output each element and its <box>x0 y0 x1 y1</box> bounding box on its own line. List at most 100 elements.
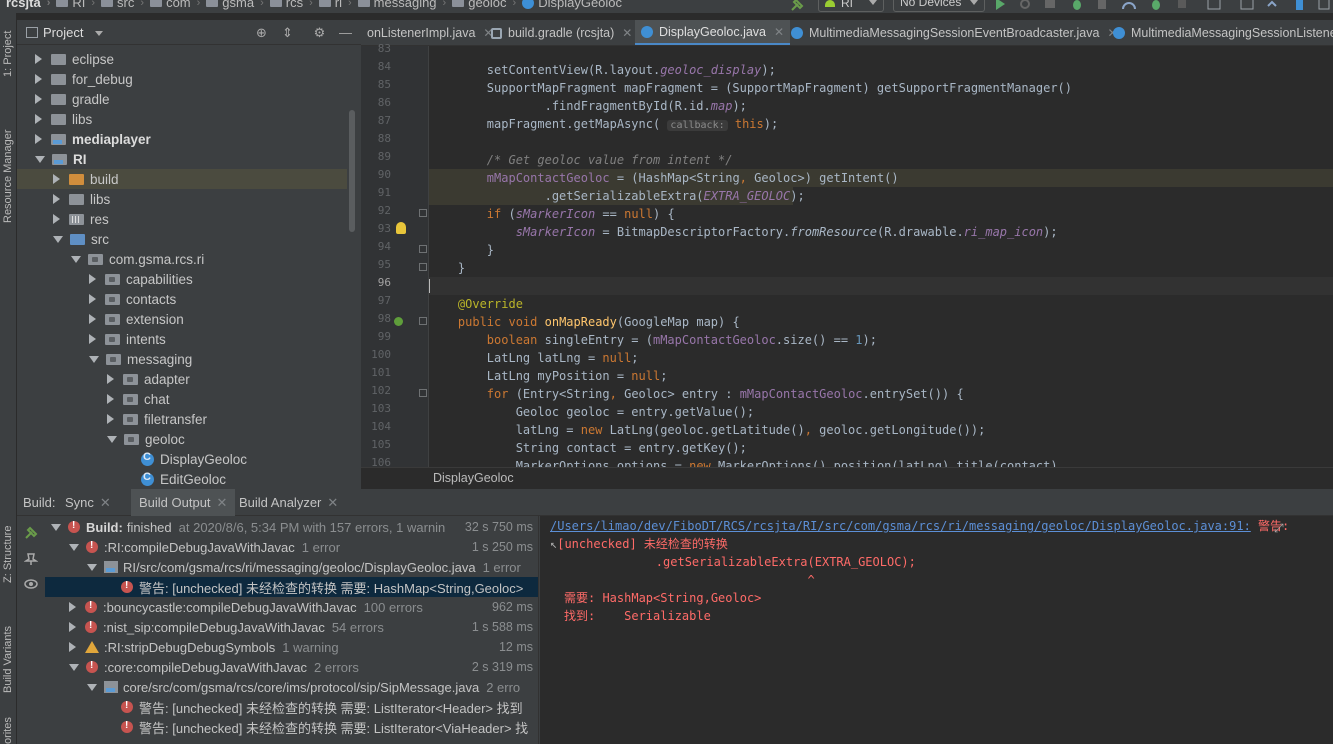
chevron-right-icon[interactable] <box>35 94 42 104</box>
tree-item[interactable]: filetransfer <box>17 409 347 429</box>
tree-item[interactable]: build <box>17 169 347 189</box>
editor-tab[interactable]: DisplayGeoloc.java ✕ <box>635 20 791 45</box>
chevron-right-icon[interactable] <box>107 374 114 384</box>
build-tab[interactable]: Build Analyzer ✕ <box>239 489 338 516</box>
lightbulb-icon[interactable] <box>396 222 406 234</box>
hide-panel-icon[interactable]: — <box>339 26 352 39</box>
close-icon[interactable]: ✕ <box>100 495 111 510</box>
run-icon[interactable] <box>994 0 1006 10</box>
editor-tab[interactable]: MultimediaMessagingSessionEventBroadcast… <box>785 20 1124 45</box>
editor-tab[interactable]: MultimediaMessagingSessionListener <box>1107 20 1333 45</box>
attach-debugger-icon[interactable] <box>1096 0 1108 10</box>
build-tree-row[interactable]: core/src/com/gsma/rcs/core/ims/protocol/… <box>45 677 538 697</box>
tree-item[interactable]: geoloc <box>17 429 347 449</box>
fold-marker-icon[interactable] <box>419 389 427 397</box>
chevron-right-icon[interactable] <box>89 294 96 304</box>
fold-marker-icon[interactable] <box>419 317 427 325</box>
chevron-down-icon[interactable] <box>71 255 81 263</box>
chevron-down-icon[interactable] <box>107 435 117 443</box>
chevron-right-icon[interactable] <box>89 274 96 284</box>
tree-item[interactable]: libs <box>17 109 347 129</box>
gear-icon[interactable]: ⚙ <box>313 26 326 39</box>
build-tree-row[interactable]: :RI:compileDebugJavaWithJavac 1 error 1 s … <box>45 537 538 557</box>
chevron-right-icon[interactable] <box>53 194 60 204</box>
collapse-all-icon[interactable]: ⇕ <box>281 26 294 39</box>
code-editor[interactable]: setContentView(R.layout.geoloc_display);… <box>429 46 1333 467</box>
device-manager-icon[interactable] <box>1293 0 1305 10</box>
profiler-icon[interactable] <box>1122 0 1136 10</box>
tree-item[interactable]: chat <box>17 389 347 409</box>
chevron-down-icon[interactable] <box>89 355 99 363</box>
breadcrumb-item[interactable]: src › <box>95 0 144 10</box>
chevron-down-icon[interactable] <box>69 543 79 551</box>
breadcrumb-item[interactable]: ri › <box>313 0 352 10</box>
tree-item[interactable]: com.gsma.rcs.ri <box>17 249 347 269</box>
tree-item[interactable]: res <box>17 209 347 229</box>
build-tab[interactable]: Sync ✕ <box>65 489 111 516</box>
tree-item[interactable]: contacts <box>17 289 347 309</box>
chevron-down-icon[interactable] <box>69 663 79 671</box>
hammer-icon[interactable] <box>24 526 38 539</box>
project-structure-icon[interactable] <box>1207 0 1221 10</box>
chevron-right-icon[interactable] <box>35 54 42 64</box>
sdk-manager-icon[interactable] <box>1240 0 1254 10</box>
chevron-right-icon[interactable] <box>69 602 76 612</box>
chevron-down-icon[interactable] <box>87 683 97 691</box>
build-tree-row[interactable]: :RI:stripDebugDebugSymbols 1 warning 12 ms <box>45 637 538 657</box>
chevron-down-icon[interactable] <box>95 31 103 36</box>
tree-item[interactable]: DisplayGeoloc <box>17 449 347 469</box>
build-output-console[interactable]: /Users/limao/dev/FiboDT/RCS/rcsjta/RI/sr… <box>540 516 1333 744</box>
breadcrumb-item[interactable]: geoloc › <box>446 0 516 10</box>
chevron-down-icon[interactable] <box>35 155 45 163</box>
build-tab[interactable]: Build Output ✕ <box>131 489 236 516</box>
sync-gradle-icon[interactable] <box>1266 0 1278 10</box>
close-icon[interactable]: ✕ <box>217 495 228 510</box>
tree-item[interactable]: gradle <box>17 89 347 109</box>
breadcrumb-item[interactable]: DisplayGeoloc <box>516 0 622 10</box>
chevron-down-icon[interactable] <box>53 235 63 243</box>
implements-icon[interactable] <box>394 317 403 326</box>
layout-inspector-icon[interactable] <box>1318 0 1330 10</box>
eye-icon[interactable] <box>24 578 38 590</box>
hammer-icon[interactable] <box>790 0 804 11</box>
tree-item[interactable]: intents <box>17 329 347 349</box>
tree-item[interactable]: libs <box>17 189 347 209</box>
fold-marker-icon[interactable] <box>419 209 427 217</box>
chevron-right-icon[interactable] <box>89 314 96 324</box>
attach-process-icon[interactable] <box>1150 0 1162 10</box>
close-icon[interactable]: ✕ <box>774 25 784 39</box>
breadcrumb-item[interactable]: messaging › <box>352 0 446 10</box>
debug-icon[interactable] <box>1071 0 1083 10</box>
chevron-right-icon[interactable] <box>89 334 96 344</box>
chevron-right-icon[interactable] <box>107 414 114 424</box>
run-configuration-select[interactable]: RI <box>818 0 884 12</box>
build-tree-row[interactable]: RI/src/com/gsma/rcs/ri/messaging/geoloc/… <box>45 557 538 577</box>
chevron-right-icon[interactable] <box>53 174 60 184</box>
build-tree-row[interactable]: 警告: [unchecked] 未经检查的转换 需要: ListIterator… <box>45 717 538 737</box>
chevron-right-icon[interactable] <box>53 214 60 224</box>
project-view-select[interactable]: Project <box>43 25 83 40</box>
chevron-down-icon[interactable] <box>87 563 97 571</box>
apply-changes-icon[interactable] <box>1044 0 1056 10</box>
tree-item[interactable]: RI <box>17 149 347 169</box>
build-tree-row[interactable]: 警告: [unchecked] 未经检查的转换 需要: ListIterator… <box>45 697 538 717</box>
editor-tab[interactable]: build.gradle (rcsjta) ✕ <box>485 20 638 45</box>
fold-marker-icon[interactable] <box>419 245 427 253</box>
editor-footer-class[interactable]: DisplayGeoloc <box>433 471 514 485</box>
locate-file-icon[interactable]: ⊕ <box>255 26 268 39</box>
pin-icon[interactable] <box>23 552 39 565</box>
build-tree-row[interactable]: :core:compileDebugJavaWithJavac 2 errors 2… <box>45 657 538 677</box>
tree-item[interactable]: capabilities <box>17 269 347 289</box>
chevron-right-icon[interactable] <box>107 394 114 404</box>
build-tree-row[interactable]: Build:finished at 2020/8/6, 5:34 PM with … <box>45 517 538 537</box>
breadcrumb-item[interactable]: gsma › <box>200 0 264 10</box>
breadcrumb-item[interactable]: rcsjta › <box>6 0 50 10</box>
project-scrollbar[interactable] <box>349 110 355 232</box>
build-tree-row[interactable]: 警告: [unchecked] 未经检查的转换 需要: HashMap<Stri… <box>45 577 538 597</box>
tree-item[interactable]: adapter <box>17 369 347 389</box>
chevron-right-icon[interactable] <box>35 114 42 124</box>
build-tree-row[interactable]: :bouncycastle:compileDebugJavaWithJavac 1… <box>45 597 538 617</box>
chevron-right-icon[interactable] <box>35 74 42 84</box>
expand-icon[interactable]: ⤢ <box>1274 521 1286 535</box>
close-icon[interactable]: ✕ <box>622 26 632 40</box>
